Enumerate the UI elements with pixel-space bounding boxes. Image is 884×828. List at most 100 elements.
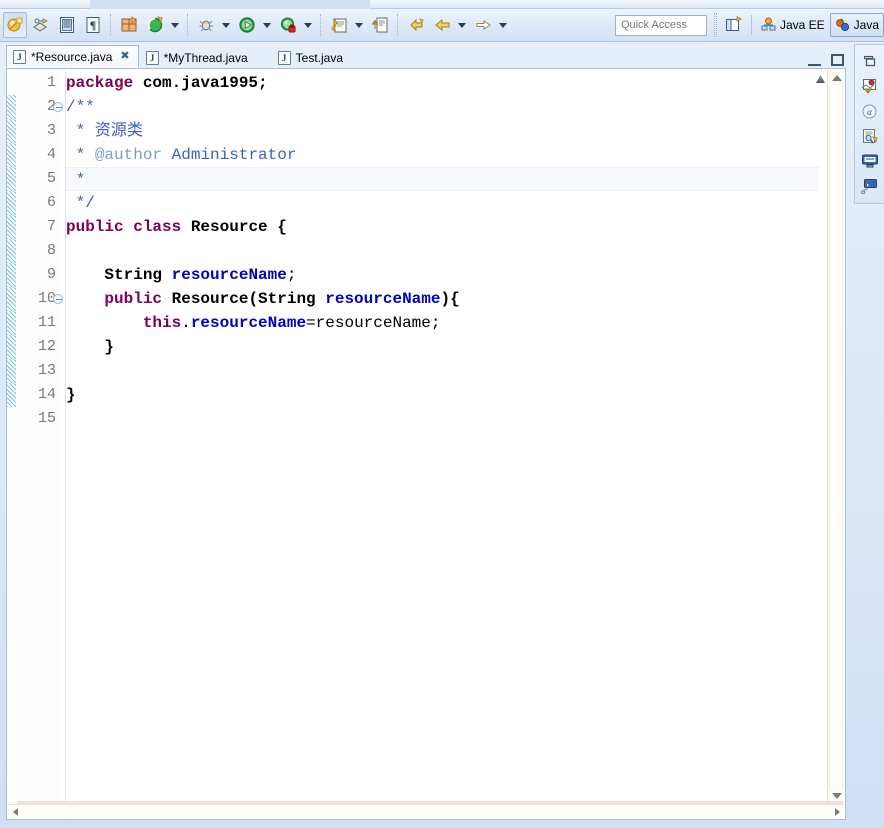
folding-ruler[interactable] xyxy=(52,69,65,819)
code-line[interactable]: package com.java1995; xyxy=(66,71,819,95)
editor-tab-label: Test.java xyxy=(295,50,343,65)
code-text-area[interactable]: package com.java1995; /** * 资源类 * @author… xyxy=(66,69,819,805)
java-file-icon: J xyxy=(277,50,291,65)
debug-icon[interactable] xyxy=(194,12,218,38)
code-token: * xyxy=(66,146,95,164)
run-external-tools-icon[interactable] xyxy=(143,12,167,38)
editor-tab-mythread-java[interactable]: J *MyThread.java xyxy=(139,46,257,68)
code-token: Resource(String xyxy=(171,290,326,308)
java-file-icon: J xyxy=(145,50,159,65)
code-token: 资源类 xyxy=(94,122,143,140)
scroll-left-icon[interactable] xyxy=(8,805,22,818)
fold-collapse-icon[interactable] xyxy=(53,102,63,112)
editor-tab-resource-java[interactable]: J *Resource.java ✖ xyxy=(6,45,139,68)
horizontal-scrollbar[interactable] xyxy=(8,804,844,818)
code-token: com.java1995; xyxy=(142,74,268,92)
code-line[interactable]: String resourceName; xyxy=(66,263,819,287)
code-line[interactable] xyxy=(66,239,819,263)
new-java-project-dropdown-arrow[interactable] xyxy=(352,13,365,37)
code-line[interactable]: public class Resource { xyxy=(66,215,819,239)
coverage-dropdown-arrow[interactable] xyxy=(301,13,314,37)
eclipse-window: ¶ Quick Access Java EE Java J *Resource.… xyxy=(0,0,884,828)
debug-dropdown-arrow[interactable] xyxy=(219,13,232,37)
scroll-right-icon[interactable] xyxy=(830,805,844,818)
java-file-icon: J xyxy=(13,49,26,64)
code-token: . xyxy=(181,314,191,332)
java-ee-perspective-icon xyxy=(761,17,776,31)
code-line[interactable]: public Resource(String resourceName){ xyxy=(66,287,819,311)
open-type-icon[interactable] xyxy=(368,12,392,38)
code-token: * xyxy=(66,122,95,140)
minimize-button[interactable] xyxy=(808,55,821,66)
change-bar-segment xyxy=(7,359,16,383)
forward-dropdown-arrow[interactable] xyxy=(496,13,509,37)
code-token: Administrator xyxy=(162,146,297,164)
code-token: package xyxy=(66,74,143,92)
vertical-scrollbar[interactable] xyxy=(827,70,844,804)
code-token: = xyxy=(306,314,316,332)
problems-view-icon[interactable]: ! xyxy=(859,76,881,96)
back-icon[interactable] xyxy=(430,12,454,38)
code-line[interactable]: */ xyxy=(66,191,819,215)
close-icon[interactable]: ✖ xyxy=(120,51,129,62)
vertical-scrollbar-track[interactable] xyxy=(829,86,843,788)
restore-icon[interactable] xyxy=(859,51,881,71)
previous-edit-icon[interactable] xyxy=(404,12,428,38)
change-bar-segment xyxy=(7,287,16,311)
change-bar-segment xyxy=(7,239,16,263)
change-bar-segment xyxy=(7,311,16,335)
code-line[interactable]: } xyxy=(66,383,819,407)
perspective-java[interactable]: Java xyxy=(829,13,884,37)
code-line[interactable]: * @author Administrator xyxy=(66,143,819,167)
declaration-view-icon[interactable] xyxy=(859,126,881,146)
new-java-class-icon[interactable] xyxy=(55,12,79,38)
change-bar-segment xyxy=(7,263,16,287)
code-token: { xyxy=(277,218,287,236)
code-line[interactable] xyxy=(66,359,819,383)
new-java-package-icon[interactable] xyxy=(29,12,53,38)
javadoc-view-icon[interactable]: α xyxy=(859,101,881,121)
forward-icon[interactable] xyxy=(471,12,495,38)
change-bar-segment xyxy=(7,143,16,167)
quick-access-input[interactable] xyxy=(614,14,707,36)
code-line[interactable]: this.resourceName=resourceName; xyxy=(66,311,819,335)
run-icon[interactable] xyxy=(235,12,259,38)
java-perspective-icon xyxy=(835,18,849,32)
code-token: this xyxy=(142,314,182,332)
back-dropdown-arrow[interactable] xyxy=(455,13,468,37)
editor-frame: 1 2 3 4 5 6 7 8 9 10 11 12 13 14 15 package com.java19… xyxy=(6,68,846,820)
code-line[interactable]: /** xyxy=(66,95,819,119)
code-line[interactable]: * 资源类 xyxy=(66,119,819,143)
change-bar-segment xyxy=(7,119,16,143)
change-bar-segment xyxy=(7,383,16,407)
main-toolbar: ¶ Quick Access Java EE Java xyxy=(0,9,884,42)
coverage-icon[interactable] xyxy=(276,12,300,38)
code-line[interactable]: } xyxy=(66,335,819,359)
change-bar-segment xyxy=(7,191,16,215)
code-line[interactable]: * xyxy=(66,167,819,191)
new-java-project-icon[interactable] xyxy=(327,12,351,38)
perspective-java-ee-label: Java EE xyxy=(779,18,825,32)
external-tools-dropdown-arrow[interactable] xyxy=(168,13,181,37)
editor-tab-label: *Resource.java xyxy=(31,49,113,64)
fold-collapse-icon[interactable] xyxy=(53,294,63,304)
svg-text:α: α xyxy=(867,107,872,117)
toolbar-separator xyxy=(320,14,322,36)
editor-tab-test-java[interactable]: J Test.java xyxy=(271,46,352,68)
new-wizard-icon[interactable] xyxy=(3,12,27,38)
scroll-up-icon[interactable] xyxy=(828,70,845,86)
maximize-button[interactable] xyxy=(831,54,844,66)
console-view-icon[interactable] xyxy=(859,151,881,171)
open-perspective-icon[interactable] xyxy=(722,12,746,38)
perspective-java-ee[interactable]: Java EE xyxy=(756,13,830,37)
servers-view-icon[interactable] xyxy=(859,176,881,196)
code-token: /** xyxy=(66,98,95,116)
export-icon[interactable] xyxy=(117,12,141,38)
code-line[interactable] xyxy=(66,407,819,431)
window-top-edge xyxy=(0,0,884,9)
new-annotation-icon[interactable]: ¶ xyxy=(81,12,105,38)
editor-tab-label: *MyThread.java xyxy=(163,50,248,65)
code-token: * xyxy=(66,171,86,189)
code-token: resourceName xyxy=(325,290,441,308)
run-dropdown-arrow[interactable] xyxy=(260,13,273,37)
